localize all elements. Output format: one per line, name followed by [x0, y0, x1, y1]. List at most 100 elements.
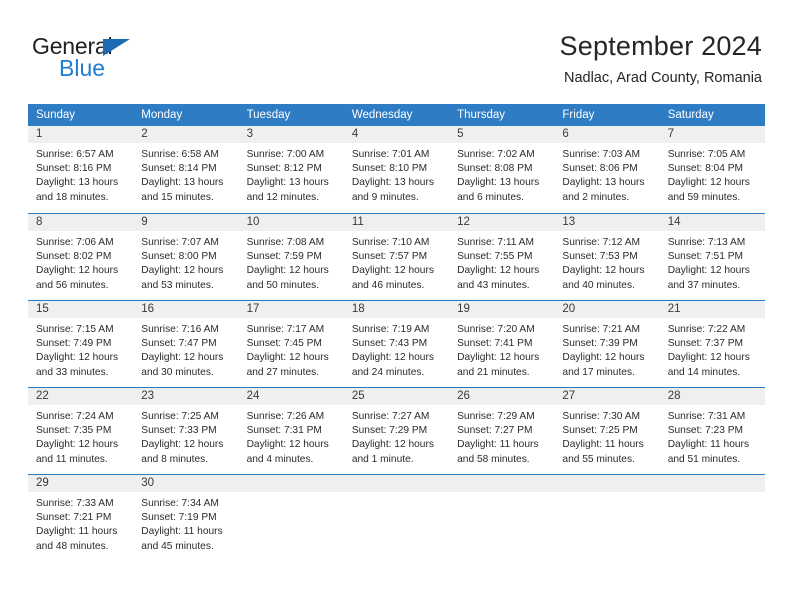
sunrise-text: Sunrise: 7:08 AM: [246, 237, 325, 248]
day-cell[interactable]: 17 Sunrise: 7:17 AM Sunset: 7:45 PM Dayligh…: [238, 301, 344, 378]
day-number-band: 3: [238, 126, 344, 143]
daylight-text-line1: Daylight: 12 hours: [457, 265, 540, 277]
day-cell-empty: [449, 475, 555, 552]
sunset-text: Sunset: 7:57 PM: [351, 251, 428, 263]
title-block: September 2024 Nadlac, Arad County, Roma…: [560, 30, 762, 87]
day-cell[interactable]: 4 Sunrise: 7:01 AM Sunset: 8:10 PM Daylight…: [343, 126, 450, 204]
day-cell[interactable]: 11 Sunrise: 7:10 AM Sunset: 7:57 PM Dayligh…: [343, 214, 450, 291]
day-number-band: 30: [133, 475, 239, 492]
daylight-text-line1: Daylight: 12 hours: [351, 352, 434, 364]
day-cell[interactable]: 16 Sunrise: 7:16 AM Sunset: 7:47 PM Dayligh…: [133, 301, 239, 378]
day-details: Sunrise: 7:16 AM Sunset: 7:47 PM Daylight:…: [133, 318, 238, 378]
daylight-text-line2: and 59 minutes.: [667, 191, 741, 203]
day-cell[interactable]: 3 Sunrise: 7:00 AM Sunset: 8:12 PM Daylight…: [238, 126, 344, 204]
daylight-text-line1: Daylight: 12 hours: [246, 439, 329, 451]
daylight-text-line1: Daylight: 12 hours: [667, 177, 750, 189]
daylight-text-line2: and 18 minutes.: [36, 191, 109, 203]
day-cell[interactable]: 29 Sunrise: 7:33 AM Sunset: 7:21 PM Dayligh…: [28, 475, 134, 552]
sunrise-text: Sunrise: 7:24 AM: [36, 411, 114, 422]
daylight-text-line1: Daylight: 11 hours: [36, 526, 118, 538]
weekday-header-row: Sunday Monday Tuesday Wednesday Thursday…: [28, 104, 765, 126]
weekday-header-sunday: Sunday: [36, 109, 76, 121]
day-number: 8: [36, 216, 43, 228]
day-cell[interactable]: 15 Sunrise: 7:15 AM Sunset: 7:49 PM Dayligh…: [28, 301, 134, 378]
day-cell[interactable]: 25 Sunrise: 7:27 AM Sunset: 7:29 PM Dayligh…: [343, 388, 450, 465]
day-details: Sunrise: 7:02 AM Sunset: 8:08 PM Daylight:…: [449, 143, 554, 204]
sunrise-text: Sunrise: 7:03 AM: [562, 149, 640, 160]
sunrise-text: Sunrise: 7:12 AM: [562, 237, 640, 248]
day-cell[interactable]: 24 Sunrise: 7:26 AM Sunset: 7:31 PM Dayligh…: [238, 388, 344, 465]
sunset-text: Sunset: 7:47 PM: [141, 338, 217, 350]
day-cell[interactable]: 9 Sunrise: 7:07 AM Sunset: 8:00 PM Daylight…: [133, 214, 239, 291]
sunrise-text: Sunrise: 7:05 AM: [667, 149, 746, 160]
day-details: Sunrise: 7:24 AM Sunset: 7:35 PM Daylight:…: [28, 405, 133, 465]
daylight-text-line1: Daylight: 12 hours: [351, 265, 434, 277]
sunrise-text: Sunrise: 7:00 AM: [246, 149, 325, 160]
day-details: Sunrise: 7:06 AM Sunset: 8:02 PM Daylight:…: [28, 231, 133, 291]
day-details: Sunrise: 7:01 AM Sunset: 8:10 PM Daylight:…: [344, 143, 449, 204]
day-number: 9: [141, 216, 148, 228]
day-cell[interactable]: 5 Sunrise: 7:02 AM Sunset: 8:08 PM Daylight…: [449, 126, 555, 204]
daylight-text-line2: and 12 minutes.: [246, 191, 320, 203]
daylight-text-line1: Daylight: 13 hours: [246, 177, 329, 189]
day-number-band: 22: [28, 388, 134, 405]
daylight-text-line1: Daylight: 13 hours: [562, 177, 645, 189]
day-details: Sunrise: 7:15 AM Sunset: 7:49 PM Daylight:…: [28, 318, 133, 378]
day-cell[interactable]: 19 Sunrise: 7:20 AM Sunset: 7:41 PM Dayligh…: [449, 301, 555, 378]
generalblue-logo[interactable]: General Blue: [32, 34, 242, 84]
day-number-band: 12: [449, 214, 555, 231]
day-number: 29: [36, 477, 49, 489]
day-cell[interactable]: 30 Sunrise: 7:34 AM Sunset: 7:19 PM Dayligh…: [133, 475, 239, 552]
daylight-text-line2: and 58 minutes.: [457, 453, 530, 465]
day-cell[interactable]: 10 Sunrise: 7:08 AM Sunset: 7:59 PM Dayligh…: [238, 214, 344, 291]
daylight-text-line1: Daylight: 13 hours: [36, 177, 119, 189]
week-row: 22 Sunrise: 7:24 AM Sunset: 7:35 PM Dayligh…: [28, 387, 765, 465]
weekday-header-thursday: Thursday: [457, 109, 506, 121]
day-cell[interactable]: 8 Sunrise: 7:06 AM Sunset: 8:02 PM Daylight…: [28, 214, 134, 291]
day-cell[interactable]: 27 Sunrise: 7:30 AM Sunset: 7:25 PM Dayligh…: [554, 388, 660, 465]
day-number: 26: [457, 390, 470, 402]
sunrise-text: Sunrise: 6:58 AM: [141, 149, 219, 160]
day-number-band: [659, 475, 765, 492]
daylight-text-line1: Daylight: 12 hours: [141, 439, 224, 451]
day-number: 3: [246, 128, 253, 140]
sunset-text: Sunset: 8:02 PM: [36, 251, 112, 263]
day-cell[interactable]: 12 Sunrise: 7:11 AM Sunset: 7:55 PM Dayligh…: [449, 214, 555, 291]
day-cell[interactable]: 22 Sunrise: 7:24 AM Sunset: 7:35 PM Dayligh…: [28, 388, 134, 465]
daylight-text-line1: Daylight: 11 hours: [562, 439, 644, 451]
day-number-band: 7: [659, 126, 765, 143]
day-cell[interactable]: 23 Sunrise: 7:25 AM Sunset: 7:33 PM Dayligh…: [133, 388, 239, 465]
day-cell[interactable]: 28 Sunrise: 7:31 AM Sunset: 7:23 PM Dayligh…: [659, 388, 765, 465]
day-number: 2: [141, 128, 148, 140]
weeks-container: 1 Sunrise: 6:57 AM Sunset: 8:16 PM Daylight…: [28, 126, 765, 552]
daylight-text-line2: and 56 minutes.: [36, 279, 109, 291]
day-cell[interactable]: 21 Sunrise: 7:22 AM Sunset: 7:37 PM Dayligh…: [659, 301, 765, 378]
day-cell[interactable]: 14 Sunrise: 7:13 AM Sunset: 7:51 PM Dayligh…: [659, 214, 765, 291]
daylight-text-line2: and 46 minutes.: [351, 279, 425, 291]
day-number-band: 29: [28, 475, 134, 492]
day-number-band: 25: [343, 388, 450, 405]
day-details: Sunrise: 7:00 AM Sunset: 8:12 PM Daylight:…: [239, 143, 344, 204]
day-cell[interactable]: 2 Sunrise: 6:58 AM Sunset: 8:14 PM Daylight…: [133, 126, 239, 204]
day-number-band: 13: [554, 214, 660, 231]
day-number: 13: [562, 216, 576, 228]
day-number: 11: [351, 216, 364, 228]
day-details: Sunrise: 7:33 AM Sunset: 7:21 PM Daylight:…: [28, 492, 133, 552]
day-cell[interactable]: 7 Sunrise: 7:05 AM Sunset: 8:04 PM Daylight…: [659, 126, 765, 204]
day-number-band: 5: [449, 126, 555, 143]
daylight-text-line2: and 2 minutes.: [562, 191, 630, 203]
daylight-text-line1: Daylight: 12 hours: [36, 352, 119, 364]
day-cell[interactable]: 1 Sunrise: 6:57 AM Sunset: 8:16 PM Daylight…: [28, 126, 134, 204]
day-number: 4: [351, 128, 359, 140]
daylight-text-line1: Daylight: 12 hours: [562, 265, 645, 277]
day-cell[interactable]: 20 Sunrise: 7:21 AM Sunset: 7:39 PM Dayligh…: [554, 301, 660, 378]
day-number: 1: [36, 128, 43, 140]
sunrise-text: Sunrise: 7:30 AM: [562, 411, 640, 422]
day-cell[interactable]: 13 Sunrise: 7:12 AM Sunset: 7:53 PM Dayligh…: [554, 214, 660, 291]
day-cell[interactable]: 26 Sunrise: 7:29 AM Sunset: 7:27 PM Dayligh…: [449, 388, 555, 465]
sunset-text: Sunset: 7:43 PM: [351, 338, 428, 350]
day-cell[interactable]: 6 Sunrise: 7:03 AM Sunset: 8:06 PM Daylight…: [554, 126, 660, 204]
daylight-text-line1: Daylight: 12 hours: [141, 352, 224, 364]
day-cell[interactable]: 18 Sunrise: 7:19 AM Sunset: 7:43 PM Dayligh…: [343, 301, 450, 378]
daylight-text-line1: Daylight: 11 hours: [667, 439, 750, 451]
